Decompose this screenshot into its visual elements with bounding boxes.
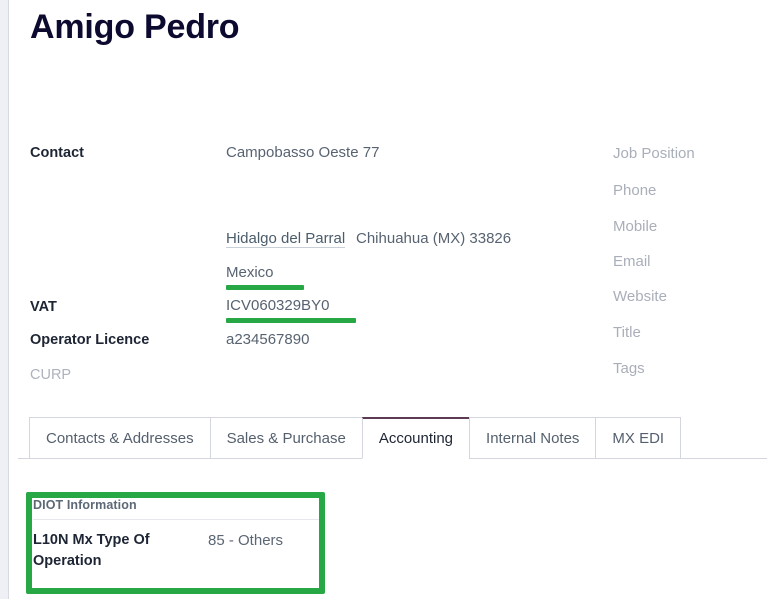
vat-value[interactable]: ICV060329BY0 <box>226 297 329 314</box>
record-sheet: Amigo Pedro Contact Campobasso Oeste 77 … <box>8 0 767 599</box>
diot-type-of-operation-row: L10N Mx Type Of Operation 85 - Others <box>33 520 320 572</box>
tab-bar: Contacts & Addresses Sales & Purchase Ac… <box>18 417 767 459</box>
page-title: Amigo Pedro <box>30 8 240 46</box>
operator-licence-label: Operator Licence <box>30 332 150 348</box>
diot-information-panel: DIOT Information L10N Mx Type Of Operati… <box>33 498 320 572</box>
screenshot-root: Amigo Pedro Contact Campobasso Oeste 77 … <box>0 0 767 599</box>
title-label[interactable]: Title <box>613 324 641 341</box>
contact-state-country-value[interactable]: Chihuahua (MX) 33826 <box>356 230 511 247</box>
mobile-label[interactable]: Mobile <box>613 218 657 235</box>
contact-city-value[interactable]: Hidalgo del Parral <box>226 230 346 248</box>
tab-list: Contacts & Addresses Sales & Purchase Ac… <box>29 417 682 459</box>
diot-section-title: DIOT Information <box>33 498 320 520</box>
type-of-operation-value[interactable]: 85 - Others <box>208 530 283 572</box>
contact-label: Contact <box>30 145 84 161</box>
type-of-operation-label: L10N Mx Type Of Operation <box>33 532 150 569</box>
tab-sales-purchase[interactable]: Sales & Purchase <box>209 417 362 459</box>
curp-label[interactable]: CURP <box>30 367 71 383</box>
tab-mx-edi[interactable]: MX EDI <box>595 417 682 459</box>
highlight-underline-vat <box>226 318 356 323</box>
vat-label: VAT <box>30 299 57 315</box>
highlight-underline-country <box>226 285 304 290</box>
website-label[interactable]: Website <box>613 288 667 305</box>
tab-contacts-addresses[interactable]: Contacts & Addresses <box>29 417 210 459</box>
contact-country-value[interactable]: Mexico <box>226 264 274 281</box>
tab-accounting[interactable]: Accounting <box>361 417 470 459</box>
operator-licence-value[interactable]: a234567890 <box>226 331 309 348</box>
tab-internal-notes[interactable]: Internal Notes <box>469 417 596 459</box>
job-position-label[interactable]: Job Position <box>613 145 695 162</box>
phone-label[interactable]: Phone <box>613 182 656 199</box>
tags-label[interactable]: Tags <box>613 360 645 377</box>
contact-street-value[interactable]: Campobasso Oeste 77 <box>226 144 379 161</box>
email-label[interactable]: Email <box>613 253 651 270</box>
